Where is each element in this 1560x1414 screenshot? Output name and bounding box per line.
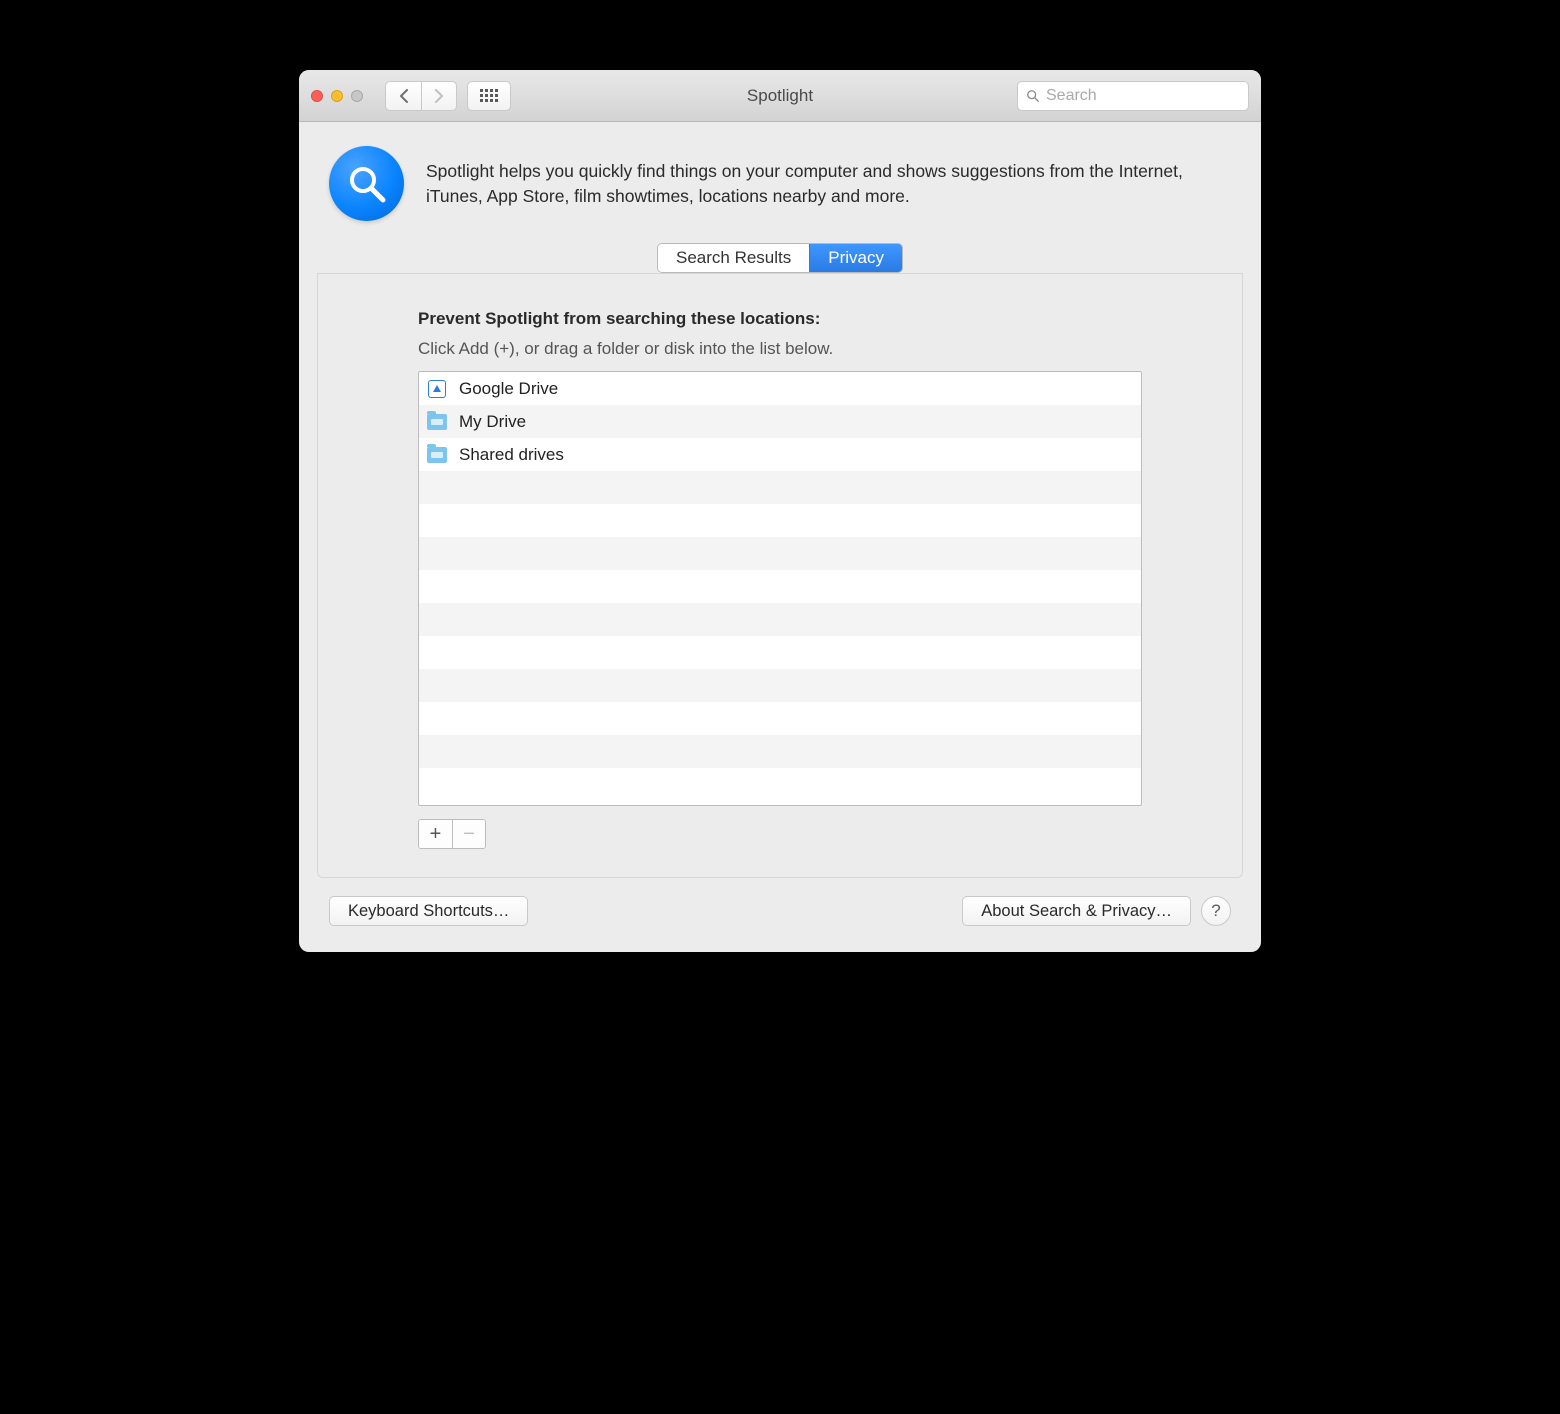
remove-location-button[interactable]: − [452,820,485,848]
about-search-privacy-button[interactable]: About Search & Privacy… [962,896,1191,926]
minimize-window-button[interactable] [331,90,343,102]
list-row[interactable] [419,504,1141,537]
list-row[interactable] [419,768,1141,801]
list-item-label: Google Drive [459,379,558,399]
list-row[interactable] [419,570,1141,603]
show-all-button[interactable] [467,81,511,111]
grid-icon [480,89,498,102]
privacy-heading: Prevent Spotlight from searching these l… [418,309,1142,329]
zoom-window-button [351,90,363,102]
list-row[interactable]: Google Drive [419,372,1141,405]
tab-row: Search Results Privacy [299,243,1261,273]
keyboard-shortcuts-button[interactable]: Keyboard Shortcuts… [329,896,528,926]
list-row[interactable] [419,471,1141,504]
segmented-control: Search Results Privacy [657,243,903,273]
add-remove-controls: + − [418,819,486,849]
search-field-wrapper[interactable] [1017,81,1249,111]
list-row[interactable] [419,669,1141,702]
list-row[interactable] [419,702,1141,735]
tab-privacy[interactable]: Privacy [809,244,902,272]
list-row[interactable]: My Drive [419,405,1141,438]
list-row[interactable] [419,735,1141,768]
titlebar: Spotlight [299,70,1261,122]
forward-button[interactable] [421,81,457,111]
list-row[interactable] [419,636,1141,669]
list-row[interactable]: Shared drives [419,438,1141,471]
folder-icon [427,412,447,432]
privacy-subheading: Click Add (+), or drag a folder or disk … [418,339,1142,359]
chevron-left-icon [399,89,409,103]
chevron-right-icon [434,89,444,103]
pane-description: Spotlight helps you quickly find things … [426,159,1231,208]
pane-header: Spotlight helps you quickly find things … [299,122,1261,231]
folder-icon [427,445,447,465]
preferences-window: Spotlight Spotlight helps you quickly fi… [299,70,1261,952]
nav-buttons [385,81,457,111]
privacy-panel: Prevent Spotlight from searching these l… [317,273,1243,878]
spotlight-icon [329,146,404,221]
back-button[interactable] [385,81,421,111]
window-controls [311,90,363,102]
search-icon [1026,89,1040,103]
list-row[interactable] [419,537,1141,570]
help-button[interactable]: ? [1201,896,1231,926]
add-location-button[interactable]: + [419,820,452,848]
tab-search-results[interactable]: Search Results [658,244,809,272]
footer: Keyboard Shortcuts… About Search & Priva… [299,896,1261,952]
magnifying-glass-icon [345,162,389,206]
list-item-label: Shared drives [459,445,564,465]
list-row[interactable] [419,603,1141,636]
exclusion-list[interactable]: Google Drive My Drive Shared drives [418,371,1142,806]
close-window-button[interactable] [311,90,323,102]
list-item-label: My Drive [459,412,526,432]
search-input[interactable] [1046,87,1253,105]
google-drive-icon [427,379,447,399]
